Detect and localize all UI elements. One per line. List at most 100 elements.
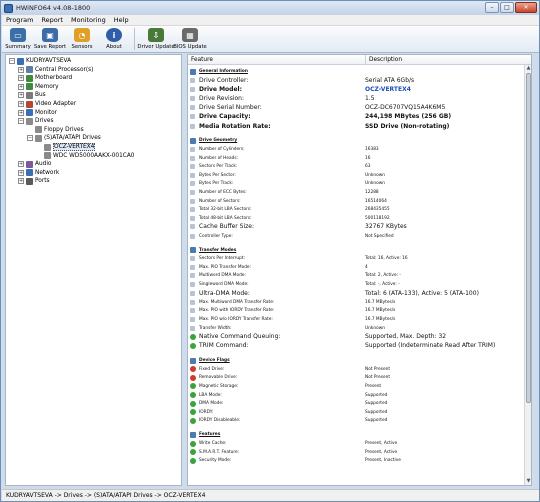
tree-item-label: Motherboard — [35, 75, 73, 82]
green-check-icon — [190, 333, 196, 340]
vertical-scrollbar[interactable]: ▲ ▼ — [524, 65, 531, 485]
toolbar-button-driver-update[interactable]: ⇩ Driver Update — [137, 26, 175, 52]
tree-item-video-adapter[interactable]: + Video Adapter — [18, 100, 76, 108]
feature-row[interactable]: Cache Buffer Size: 32767 KBytes — [188, 222, 524, 231]
feature-value: 16.7 MBytes/s — [365, 317, 396, 322]
bullet-icon — [190, 325, 195, 331]
close-button[interactable]: ✕ — [515, 2, 537, 13]
feature-row[interactable]: Media Rotation Rate: SSD Drive (Non-rotat… — [188, 122, 524, 131]
expand-icon[interactable]: + — [18, 66, 24, 73]
bullet-icon — [190, 77, 195, 83]
feature-row[interactable]: Drive Controller: Serial ATA 6Gb/s — [188, 76, 524, 85]
monitor-icon — [26, 109, 33, 117]
green-check-icon — [190, 342, 196, 349]
bullet-icon — [190, 86, 195, 92]
bullet-icon — [190, 256, 195, 262]
feature-value: 32767 KBytes — [365, 223, 407, 231]
menu-monitoring[interactable]: Monitoring — [67, 16, 110, 24]
tree-item-ports[interactable]: + Ports — [18, 177, 50, 185]
feature-name: Native Command Queuing: — [199, 333, 281, 341]
toolbar-button-bios-update[interactable]: ▦ BIOS Update — [173, 26, 207, 52]
bullet-icon — [190, 189, 195, 195]
toolbar-button-sensors[interactable]: ◔ Sensors — [66, 26, 98, 52]
menu-report[interactable]: Report — [37, 16, 67, 24]
feature-name: Removable Drive: — [199, 375, 238, 381]
minimize-button[interactable]: – — [485, 2, 499, 13]
collapse-icon[interactable]: − — [18, 118, 24, 125]
maximize-button[interactable]: □ — [500, 2, 514, 13]
tree-item-ocz-vertex4[interactable]: OCZ-VERTEX4 — [36, 143, 96, 151]
feature-value: 268435455 — [365, 207, 390, 213]
expand-icon[interactable]: + — [18, 101, 24, 107]
tree-item-network[interactable]: + Network — [18, 169, 59, 177]
tree-item-kudryavtseva[interactable]: − KUDRYAVTSEVA — [9, 57, 71, 65]
expand-icon[interactable]: + — [18, 161, 24, 168]
expand-icon[interactable]: + — [18, 178, 24, 185]
bullet-icon — [190, 105, 195, 111]
bios-chip-icon: ▦ — [182, 28, 198, 42]
feature-value: Supported (Indeterminate Read After TRIM… — [365, 342, 496, 350]
floppy-drive-icon — [35, 126, 42, 134]
expand-icon[interactable]: + — [18, 169, 24, 176]
feature-row[interactable]: Native Command Queuing: Supported, Max. D… — [188, 332, 524, 341]
collapse-icon[interactable]: − — [9, 58, 15, 64]
feature-value: Supported — [365, 392, 388, 398]
toolbar-button-about[interactable]: i About — [98, 26, 130, 52]
feature-row[interactable]: Controller Type: Not Specified — [188, 232, 524, 241]
tree-item-drives[interactable]: − Drives — [18, 117, 53, 125]
expand-icon[interactable]: + — [18, 92, 24, 99]
expand-icon[interactable]: + — [18, 83, 24, 90]
menu-program[interactable]: Program — [2, 16, 37, 24]
feature-row[interactable]: Drive Capacity: 244,198 MBytes (256 GB) — [188, 112, 524, 121]
scroll-up-icon[interactable]: ▲ — [525, 65, 531, 72]
green-check-icon — [190, 400, 196, 407]
audio-icon — [26, 160, 33, 168]
feature-name: Number of Heads: — [199, 155, 239, 161]
feature-name: Security Mode: — [199, 458, 232, 464]
tree-item-s-ata-atapi-drives[interactable]: − (S)ATA/ATAPI Drives — [27, 134, 101, 142]
toolbar-button-summary[interactable]: ▭ Summary — [2, 26, 34, 52]
tree-item-memory[interactable]: + Memory — [18, 83, 59, 91]
feature-name: Write Cache: — [199, 441, 227, 446]
feature-row[interactable]: Ultra-DMA Mode: Total: 6 (ATA-133), Activ… — [188, 289, 524, 298]
tree-item-wdc-wd5000aakx-001ca0[interactable]: WDC WD5000AAKX-001CA0 — [36, 152, 134, 160]
expand-icon[interactable]: + — [18, 75, 24, 82]
feature-value: Unknown — [365, 172, 385, 178]
collapse-icon[interactable]: − — [27, 135, 33, 142]
tree-item-label: KUDRYAVTSEVA — [26, 58, 72, 64]
green-check-icon — [190, 417, 196, 424]
red-cross-icon — [190, 374, 196, 381]
feature-name: Drive Serial Number: — [199, 104, 262, 112]
bullet-icon — [190, 123, 195, 129]
feature-name: Transfer Width: — [199, 325, 232, 331]
tree-item-central-processor-s[interactable]: + Central Processor(s) — [18, 66, 93, 74]
tree-item-motherboard[interactable]: + Motherboard — [18, 74, 72, 82]
feature-row[interactable]: IORDY Disableable: Supported — [188, 416, 524, 425]
scroll-down-icon[interactable]: ▼ — [525, 478, 531, 485]
list-header: Feature Description — [188, 55, 531, 65]
window-controls: – □ ✕ — [484, 2, 537, 13]
feature-row[interactable]: TRIM Command: Supported (Indeterminate Re… — [188, 341, 524, 350]
feature-name: Max. PIO Transfer Mode: — [199, 264, 252, 270]
feature-row[interactable]: Drive Model: OCZ-VERTEX4 — [188, 85, 524, 94]
column-header-feature[interactable]: Feature — [191, 57, 213, 63]
feature-value: 1.5 — [365, 95, 375, 102]
feature-row[interactable]: Drive Revision: 1.5 — [188, 94, 524, 103]
feature-row[interactable]: Drive Serial Number: OCZ-DC6707VQ15A4K6M5 — [188, 103, 524, 112]
toolbar-button-save-report[interactable]: ▣ Save Report — [34, 26, 66, 52]
feature-value: Not Present — [365, 375, 391, 381]
tree-item-floppy-drives[interactable]: Floppy Drives — [27, 126, 84, 134]
tree-item-bus[interactable]: + Bus — [18, 91, 46, 99]
expand-icon[interactable]: + — [18, 109, 24, 116]
scrollbar-thumb[interactable] — [526, 73, 531, 403]
feature-row[interactable]: Security Mode: Present, Inactive — [188, 456, 524, 465]
feature-name: Fixed Drive: — [199, 366, 225, 372]
tree-item-audio[interactable]: + Audio — [18, 160, 51, 168]
tree-item-monitor[interactable]: + Monitor — [18, 109, 57, 117]
column-header-description[interactable]: Description — [365, 55, 402, 65]
bullet-icon — [190, 172, 195, 178]
hardware-tree[interactable]: − KUDRYAVTSEVA + Central Processor(s) + Mothe… — [5, 54, 182, 486]
feature-value: Not Specified — [365, 233, 394, 239]
green-check-icon — [190, 449, 196, 456]
menu-help[interactable]: Help — [110, 16, 133, 24]
